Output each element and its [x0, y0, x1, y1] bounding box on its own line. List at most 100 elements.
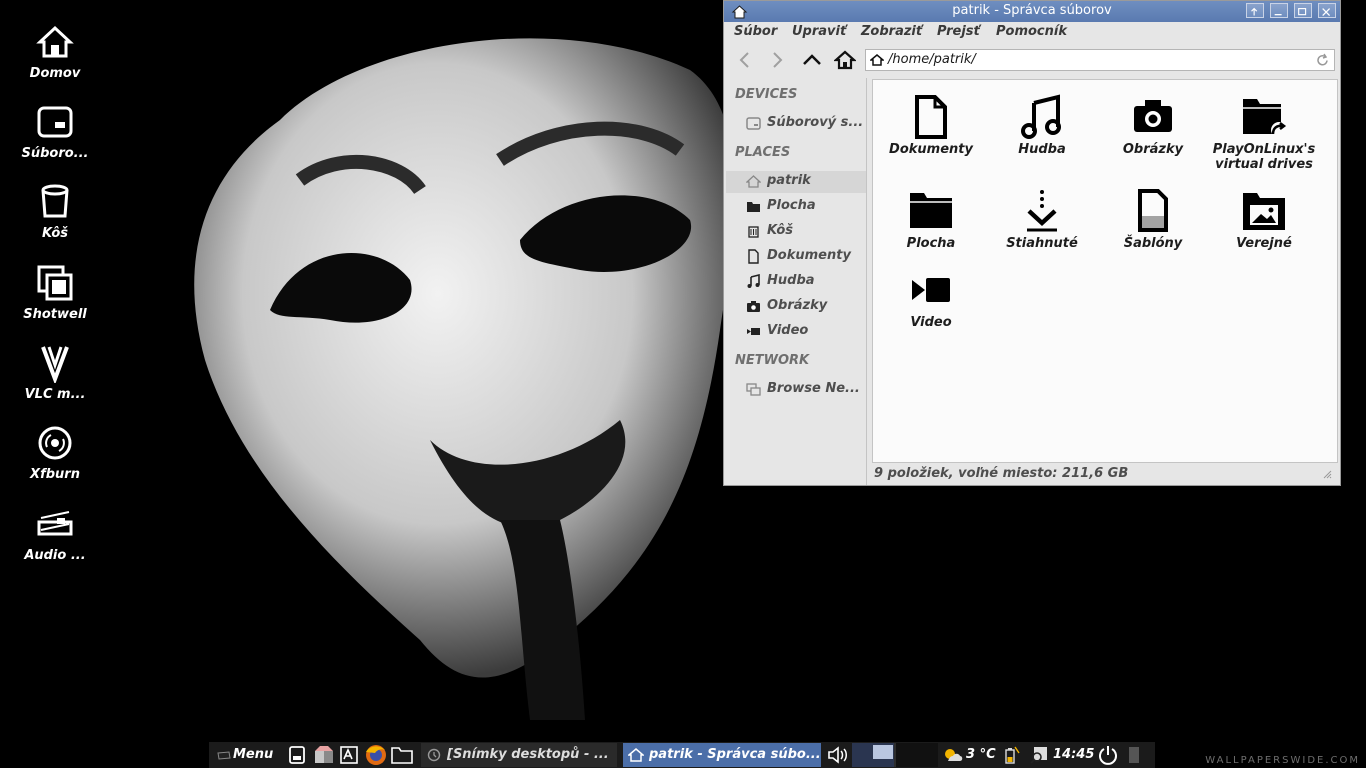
desktop-icon-xfburn[interactable]: Xfburn — [10, 423, 100, 482]
show-desktop-icon[interactable] — [287, 745, 307, 765]
taskbar-task-file-manager[interactable]: patrik - Správca súbo... — [623, 743, 821, 767]
task-label: patrik - Správca súbo... — [649, 747, 821, 762]
window-maximize-button[interactable] — [1294, 3, 1312, 18]
desktop-icon-home[interactable]: Domov — [10, 22, 100, 81]
file-item-desktop[interactable]: Plocha — [876, 188, 986, 251]
sidebar-item-label: Browse Ne... — [767, 381, 860, 396]
audio-mixer-icon — [37, 511, 73, 536]
desktop-icon-audio[interactable]: Audio ... — [10, 504, 100, 563]
close-icon — [1322, 8, 1331, 16]
weather-temperature[interactable]: 3 °C — [966, 747, 996, 762]
power-icon[interactable] — [1097, 744, 1119, 766]
video-icon — [912, 278, 950, 302]
file-label: Obrázky — [1122, 142, 1184, 157]
resize-grip-icon[interactable] — [1323, 470, 1332, 479]
sidebar-item-network[interactable]: Browse Ne... — [726, 379, 866, 401]
drive-icon — [37, 106, 73, 138]
forward-button[interactable] — [766, 50, 788, 70]
file-label: Plocha — [906, 236, 956, 251]
desktop-icon-label: Domov — [29, 66, 81, 81]
music-icon — [747, 274, 760, 288]
workspace-1[interactable] — [852, 743, 894, 767]
sidebar-item-pictures[interactable]: Obrázky — [726, 296, 866, 318]
maximize-icon — [1298, 8, 1307, 16]
sidebar-item-filesystem[interactable]: Súborový s... — [726, 113, 866, 135]
firefox-icon[interactable] — [365, 744, 387, 766]
file-item-music[interactable]: Hudba — [987, 94, 1097, 157]
window-minimize-button[interactable] — [1270, 3, 1288, 18]
taskbar-task-screenshot[interactable]: [Snímky desktopů - ... — [421, 743, 617, 767]
window-titlebar[interactable]: patrik - Správca súborov — [724, 1, 1340, 22]
file-label: Video — [910, 315, 952, 330]
trash-icon — [41, 184, 69, 218]
network-icon — [746, 383, 761, 396]
home-button[interactable] — [834, 50, 856, 70]
menu-go[interactable]: Prejsť — [937, 24, 980, 39]
folder-icon — [747, 202, 760, 212]
file-item-public[interactable]: Verejné — [1209, 188, 1319, 251]
location-bar[interactable]: /home/patrik/ — [865, 49, 1335, 71]
panel-handle[interactable] — [1129, 747, 1139, 763]
home-icon — [628, 748, 644, 762]
back-button[interactable] — [734, 50, 756, 70]
window-close-button[interactable] — [1318, 3, 1336, 18]
file-item-downloads[interactable]: Stiahnuté — [987, 188, 1097, 251]
file-label: Verejné — [1236, 236, 1292, 251]
menu-icon — [217, 751, 231, 760]
clock[interactable]: 14:45 — [1053, 747, 1094, 762]
menu-edit[interactable]: Upraviť — [792, 24, 846, 39]
battery-icon[interactable] — [1003, 745, 1021, 765]
location-path: /home/patrik/ — [888, 52, 976, 67]
reload-icon[interactable] — [1315, 53, 1330, 68]
folder-icon — [910, 193, 952, 228]
sidebar-item-desktop[interactable]: Plocha — [726, 196, 866, 218]
menu-view[interactable]: Zobraziť — [861, 24, 922, 39]
volume-icon[interactable] — [827, 745, 849, 765]
task-label: [Snímky desktopů - ... — [447, 747, 609, 762]
camera-icon — [747, 301, 760, 312]
text-editor-icon[interactable] — [339, 745, 359, 765]
file-item-templates[interactable]: Šablóny — [1098, 188, 1208, 251]
sidebar-item-label: Video — [767, 323, 809, 338]
file-item-playonlinux[interactable]: PlayOnLinux's virtual drives — [1209, 94, 1319, 172]
sidebar-item-label: Obrázky — [767, 298, 828, 313]
file-manager-window[interactable]: patrik - Správca súborov Súbor Upraviť Z… — [723, 0, 1341, 486]
sidebar-item-trash[interactable]: Kôš — [726, 221, 866, 243]
package-manager-icon[interactable] — [313, 745, 335, 765]
desktop-icon-filesystem[interactable]: Súboro... — [10, 102, 100, 161]
file-item-documents[interactable]: Dokumenty — [876, 94, 986, 157]
desktop-icon-label: Súboro... — [21, 146, 89, 161]
sidebar-item-label: patrik — [767, 173, 811, 188]
search-icon[interactable] — [1029, 745, 1049, 765]
sidebar-item-label: Kôš — [767, 223, 794, 238]
desktop-icon-shotwell[interactable]: Shotwell — [10, 263, 100, 322]
disc-icon — [38, 426, 72, 460]
applications-menu-button[interactable]: Menu — [213, 742, 281, 768]
file-item-videos[interactable]: Video — [876, 267, 986, 330]
sidebar-item-home[interactable]: patrik — [726, 171, 866, 193]
workspace-switcher[interactable] — [852, 743, 938, 767]
file-item-pictures[interactable]: Obrázky — [1098, 94, 1208, 157]
desktop-icon-trash[interactable]: Kôš — [10, 182, 100, 241]
workspace-2[interactable] — [896, 743, 938, 767]
desktop-icon-label: VLC m... — [24, 387, 86, 402]
file-label: Dokumenty — [889, 142, 973, 157]
sidebar-item-music[interactable]: Hudba — [726, 271, 866, 293]
document-icon — [748, 249, 759, 264]
desktop-icon-vlc[interactable]: VLC m... — [10, 343, 100, 402]
file-manager-icon[interactable] — [391, 745, 413, 765]
file-label: PlayOnLinux's virtual drives — [1212, 142, 1316, 172]
music-icon — [1021, 94, 1061, 139]
file-label: Hudba — [1018, 142, 1066, 157]
menu-file[interactable]: Súbor — [734, 24, 777, 39]
sidebar-item-documents[interactable]: Dokumenty — [726, 246, 866, 268]
shotwell-icon — [37, 265, 73, 301]
public-folder-icon — [1243, 193, 1285, 230]
file-view[interactable]: Dokumenty Hudba Obrázky PlayOnLinux's vi… — [872, 79, 1338, 463]
sidebar-item-videos[interactable]: Video — [726, 321, 866, 343]
desktop-icon-label: Kôš — [41, 226, 69, 241]
menu-help[interactable]: Pomocník — [996, 24, 1067, 39]
window-shade-button[interactable] — [1246, 3, 1264, 18]
sidebar-item-label: Súborový s... — [767, 115, 864, 130]
up-button[interactable] — [801, 50, 823, 70]
